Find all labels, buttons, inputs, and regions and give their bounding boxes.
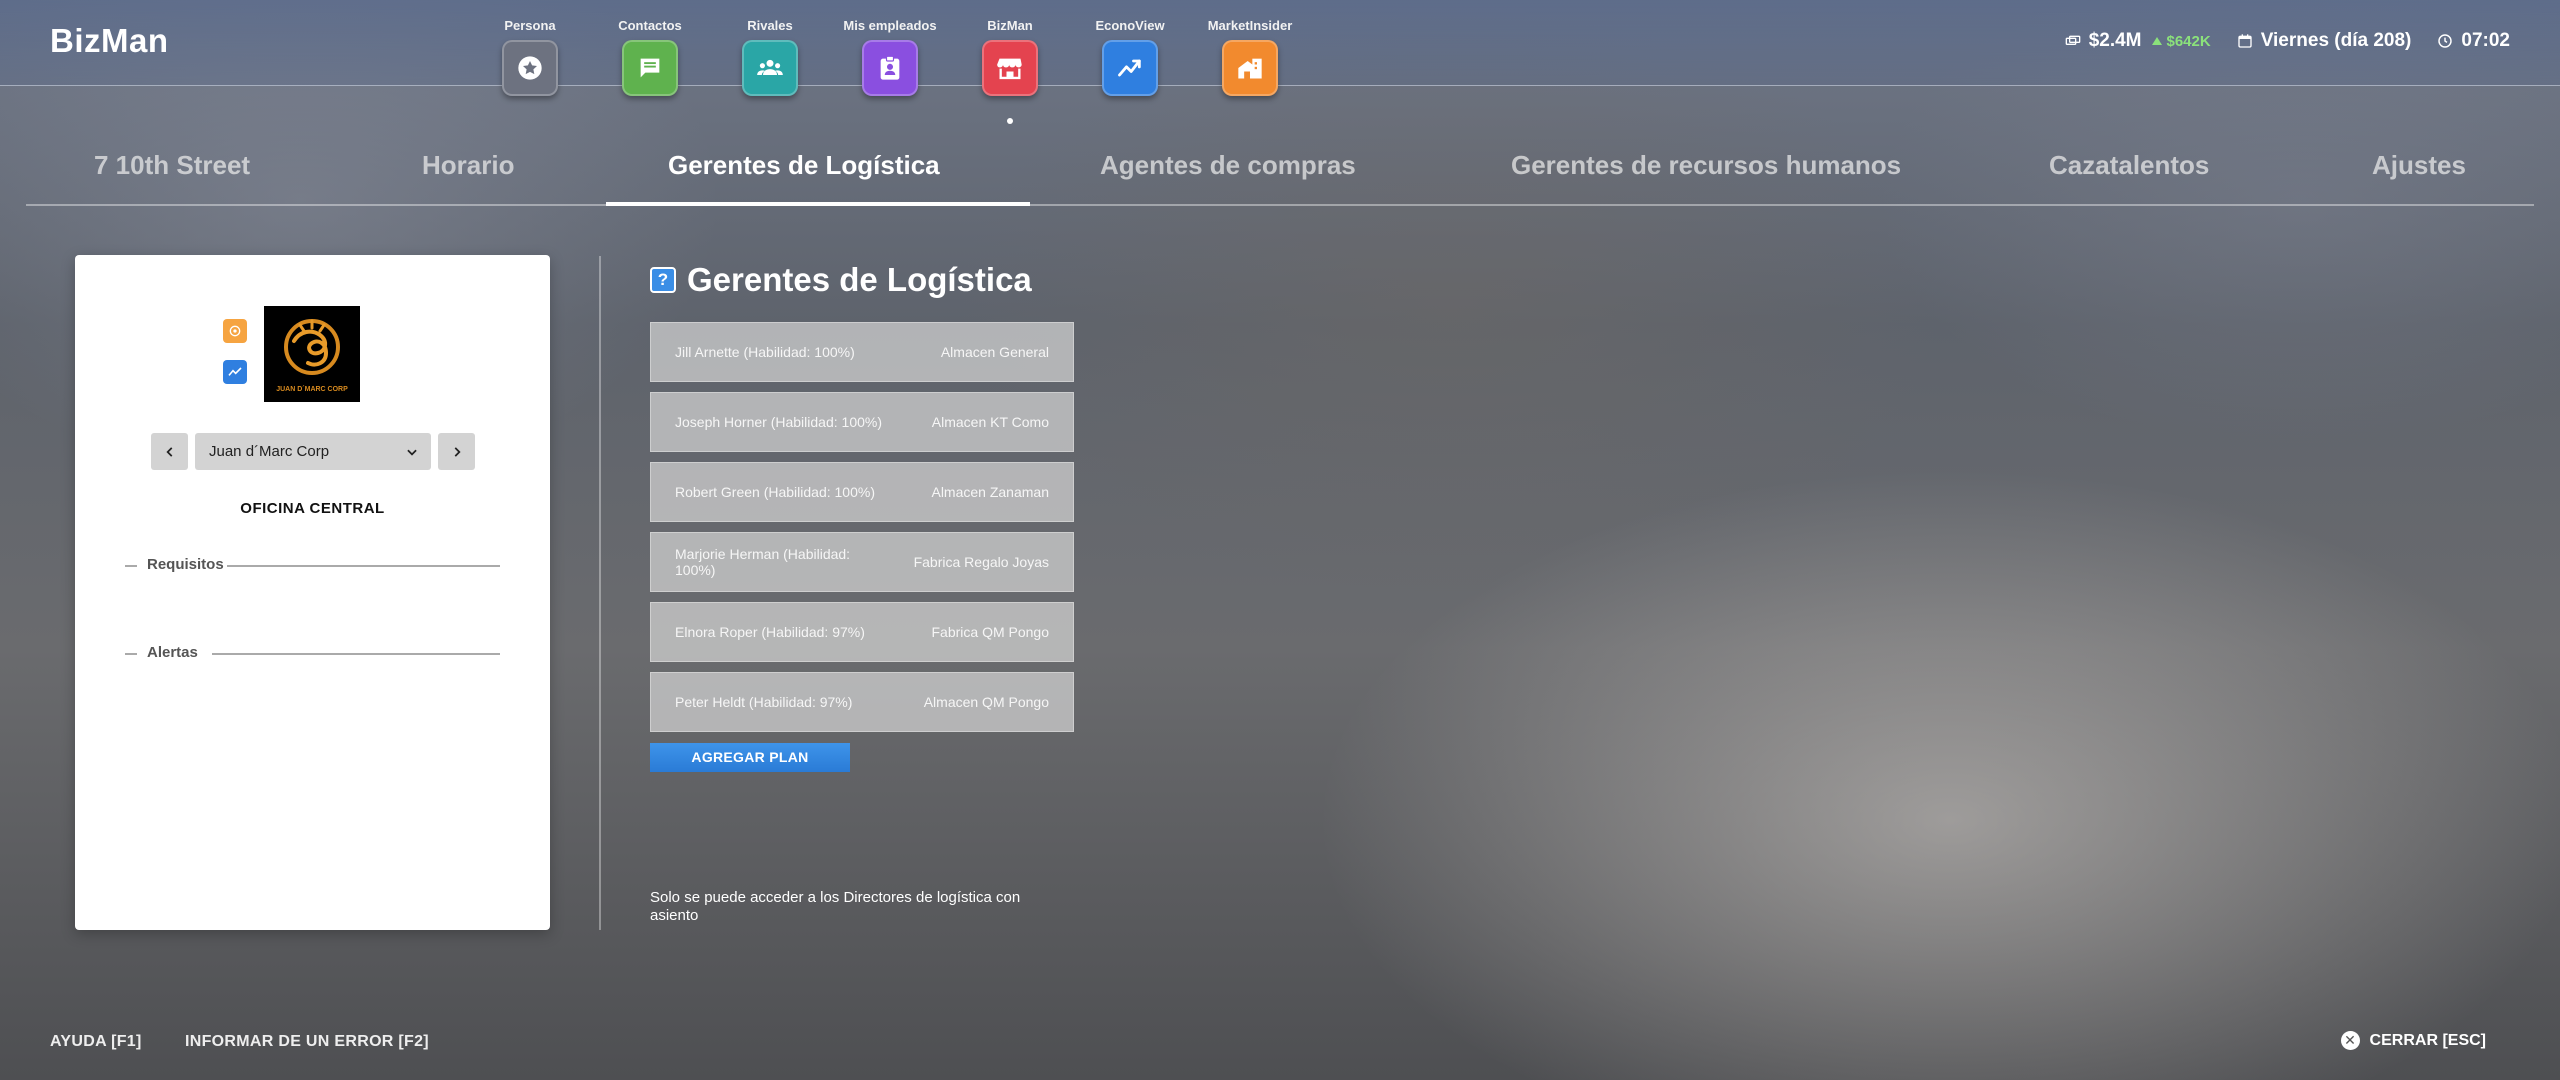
day-status: Viernes (día 208) (2237, 30, 2412, 52)
app-label: EconoView (1095, 18, 1165, 33)
access-note: Solo se puede acceder a los Directores d… (650, 889, 1021, 924)
company-dropdown[interactable]: Juan d´Marc Corp (195, 433, 431, 470)
day-value: Viernes (día 208) (2260, 30, 2412, 51)
money-value: $2.4M (2088, 30, 2142, 51)
close-button[interactable]: ✕ CERRAR [ESC] (2340, 1031, 2486, 1050)
chat-icon[interactable] (622, 40, 678, 96)
section-divider (212, 653, 500, 655)
office-label: OFICINA CENTRAL (240, 500, 385, 517)
trend-icon[interactable] (223, 360, 247, 384)
manager-name: Peter Heldt (Habilidad: 97%) (675, 694, 853, 710)
manager-location: Fabrica QM Pongo (931, 624, 1050, 640)
app-persona[interactable]: Persona (480, 18, 580, 96)
manager-name: Robert Green (Habilidad: 100%) (675, 484, 875, 500)
active-indicator (1007, 118, 1013, 124)
manager-row[interactable]: Jill Arnette (Habilidad: 100%) Almacen G… (650, 322, 1074, 382)
manager-location: Almacen QM Pongo (923, 694, 1049, 710)
money-icon (2065, 35, 2081, 45)
manager-name: Joseph Horner (Habilidad: 100%) (675, 414, 882, 430)
time-value: 07:02 (2461, 30, 2510, 51)
manager-location: Almacen KT Como (931, 414, 1049, 430)
manager-row[interactable]: Joseph Horner (Habilidad: 100%) Almacen … (650, 392, 1074, 452)
manager-row[interactable]: Robert Green (Habilidad: 100%) Almacen Z… (650, 462, 1074, 522)
clock-icon (2438, 34, 2453, 48)
section-divider (125, 653, 137, 655)
star-badge-icon[interactable] (502, 40, 558, 96)
store-icon[interactable] (982, 40, 1038, 96)
group-icon[interactable] (742, 40, 798, 96)
app-label: Contactos (618, 18, 682, 33)
section-divider (125, 565, 137, 567)
add-plan-button[interactable]: AGREGAR PLAN (650, 743, 850, 772)
company-logo: JUAN D´MARC CORP (264, 306, 360, 402)
building-icon[interactable] (1222, 40, 1278, 96)
money-delta: $642K (2151, 33, 2211, 50)
close-icon: ✕ (2340, 1031, 2360, 1050)
app-label: MarketInsider (1207, 18, 1293, 33)
manager-location: Fabrica Regalo Joyas (913, 554, 1049, 570)
help-icon[interactable]: ? (650, 267, 676, 293)
section-divider (227, 565, 500, 567)
company-name: Juan d´Marc Corp (209, 443, 330, 460)
manager-row[interactable]: Marjorie Herman (Habilidad: 100%) Fabric… (650, 532, 1074, 592)
manager-row[interactable]: Peter Heldt (Habilidad: 97%) Almacen QM … (650, 672, 1074, 732)
tab-horario[interactable]: Horario (422, 150, 514, 181)
vertical-divider (599, 256, 601, 930)
trend-icon[interactable] (1102, 40, 1158, 96)
manager-name: Jill Arnette (Habilidad: 100%) (675, 344, 855, 360)
chevron-right-icon (454, 446, 461, 457)
next-company-button[interactable] (438, 433, 475, 470)
app-rivales[interactable]: Rivales (720, 18, 820, 96)
app-title: BizMan (50, 22, 169, 59)
alerts-section: Alertas (125, 644, 500, 664)
manager-row[interactable]: Elnora Roper (Habilidad: 97%) Fabrica QM… (650, 602, 1074, 662)
manager-name: Marjorie Herman (Habilidad: 100%) (675, 546, 851, 578)
app-label: Mis empleados (843, 18, 937, 33)
tab-7-10th-street[interactable]: 7 10th Street (94, 150, 250, 181)
app-label: Rivales (747, 18, 793, 33)
tab-ajustes[interactable]: Ajustes (2372, 150, 2466, 181)
active-tab-underline (606, 202, 1030, 206)
status-bar: $2.4M $642K Viernes (día 208) 07:02 (2039, 30, 2510, 52)
app-marketinsider[interactable]: MarketInsider (1200, 18, 1300, 96)
tab-agentes-compras[interactable]: Agentes de compras (1100, 150, 1356, 181)
id-badge-icon[interactable] (862, 40, 918, 96)
company-card: JUAN D´MARC CORP Juan d´Marc Corp OFICIN… (75, 255, 550, 930)
top-bar: BizMan Persona Contactos Rivales Mis emp… (0, 0, 2560, 124)
app-econoview[interactable]: EconoView (1080, 18, 1180, 96)
close-label: CERRAR [ESC] (2369, 1031, 2486, 1049)
manager-name: Elnora Roper (Habilidad: 97%) (675, 624, 865, 640)
app-label: BizMan (987, 18, 1033, 33)
up-arrow-icon (2151, 37, 2162, 45)
report-bug-link[interactable]: INFORMAR DE UN ERROR [F2] (185, 1033, 429, 1051)
requirements-label: Requisitos (147, 556, 224, 573)
tab-bar: 7 10th Street Horario Gerentes de Logíst… (26, 130, 2534, 206)
app-label: Persona (504, 18, 556, 33)
calendar-icon (2238, 34, 2252, 48)
app-contactos[interactable]: Contactos (600, 18, 700, 96)
time-status: 07:02 (2437, 30, 2510, 52)
help-link[interactable]: AYUDA [F1] (50, 1033, 142, 1051)
chevron-down-icon (407, 449, 417, 456)
chevron-left-icon (165, 446, 172, 457)
requirements-section: Requisitos (125, 556, 500, 576)
manager-location: Almacen General (940, 344, 1049, 360)
manager-location: Almacen Zanaman (931, 484, 1049, 500)
manager-list: Jill Arnette (Habilidad: 100%) Almacen G… (650, 322, 1074, 742)
target-icon[interactable] (223, 319, 247, 343)
logo-text: JUAN D´MARC CORP (276, 386, 348, 393)
app-bizman[interactable]: BizMan (960, 18, 1060, 124)
money-status: $2.4M $642K (2065, 30, 2211, 52)
tab-gerentes-logistica[interactable]: Gerentes de Logística (668, 150, 940, 181)
alerts-label: Alertas (147, 644, 198, 661)
page-title: Gerentes de Logística (687, 261, 1032, 298)
previous-company-button[interactable] (151, 433, 188, 470)
app-mis-empleados[interactable]: Mis empleados (840, 18, 940, 96)
tab-cazatalentos[interactable]: Cazatalentos (2049, 150, 2209, 181)
tab-gerentes-rrhh[interactable]: Gerentes de recursos humanos (1511, 150, 1901, 181)
